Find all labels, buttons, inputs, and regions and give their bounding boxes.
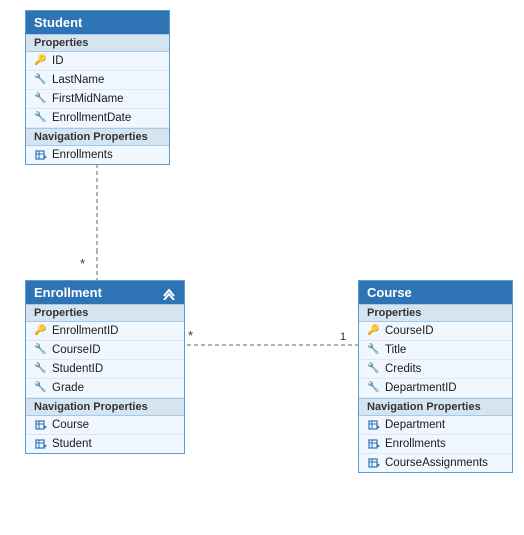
student-title: Student <box>34 15 82 30</box>
enrollment-studentid: StudentID <box>52 363 103 375</box>
nav-icon <box>34 418 48 432</box>
student-lastname: LastName <box>52 74 104 86</box>
course-department-row: Department <box>359 416 512 435</box>
course-assignments: CourseAssignments <box>385 457 488 469</box>
collapse-icon[interactable] <box>162 286 176 300</box>
wrench-icon <box>34 362 48 376</box>
course-assignments-row: CourseAssignments <box>359 454 512 472</box>
enrollment-course-row: Course <box>26 416 184 435</box>
course-credits-row: Credits <box>359 360 512 379</box>
svg-text:*: * <box>80 256 85 271</box>
enrollment-id-row: EnrollmentID <box>26 322 184 341</box>
course-department: Department <box>385 419 445 431</box>
course-credits: Credits <box>385 363 421 375</box>
enrollment-properties-label: Properties <box>26 304 184 322</box>
student-header: Student <box>26 11 169 34</box>
wrench-icon <box>34 343 48 357</box>
student-id-row: ID <box>26 52 169 71</box>
enrollment-studentid-row: StudentID <box>26 360 184 379</box>
wrench-icon <box>367 362 381 376</box>
course-title-row: Title <box>359 341 512 360</box>
svg-text:*: * <box>188 328 193 343</box>
student-firstname: FirstMidName <box>52 93 124 105</box>
course-id-row: CourseID <box>359 322 512 341</box>
student-enrolldate-row: EnrollmentDate <box>26 109 169 128</box>
enrollment-student: Student <box>52 438 92 450</box>
course-nav-label: Navigation Properties <box>359 398 512 416</box>
enrollment-header: Enrollment <box>26 281 184 304</box>
student-firstname-row: FirstMidName <box>26 90 169 109</box>
wrench-icon <box>34 111 48 125</box>
student-entity: Student Properties ID LastName FirstMidN… <box>25 10 170 165</box>
enrollment-entity: Enrollment Properties EnrollmentID Cours… <box>25 280 185 454</box>
nav-icon <box>34 148 48 162</box>
enrollment-courseid: CourseID <box>52 344 101 356</box>
enrollment-title: Enrollment <box>34 285 102 300</box>
course-deptid-row: DepartmentID <box>359 379 512 398</box>
course-enrollments-row: Enrollments <box>359 435 512 454</box>
course-properties-label: Properties <box>359 304 512 322</box>
enrollment-id: EnrollmentID <box>52 325 118 337</box>
wrench-icon <box>367 343 381 357</box>
course-header: Course <box>359 281 512 304</box>
enrollment-courseid-row: CourseID <box>26 341 184 360</box>
nav-icon <box>367 456 381 470</box>
student-nav-label: Navigation Properties <box>26 128 169 146</box>
course-title: Course <box>367 285 412 300</box>
enrollment-nav-label: Navigation Properties <box>26 398 184 416</box>
student-enrolldate: EnrollmentDate <box>52 112 131 124</box>
course-title-field: Title <box>385 344 406 356</box>
wrench-icon <box>34 92 48 106</box>
key-icon <box>34 54 48 68</box>
student-id: ID <box>52 55 64 67</box>
nav-icon <box>34 437 48 451</box>
student-properties-label: Properties <box>26 34 169 52</box>
enrollment-course: Course <box>52 419 89 431</box>
course-id: CourseID <box>385 325 434 337</box>
svg-text:1: 1 <box>340 331 346 343</box>
enrollment-grade: Grade <box>52 382 84 394</box>
key-icon <box>367 324 381 338</box>
diagram-canvas: 1 * * 1 Student Properties ID LastName <box>0 0 524 535</box>
student-lastname-row: LastName <box>26 71 169 90</box>
nav-icon <box>367 437 381 451</box>
course-deptid: DepartmentID <box>385 382 457 394</box>
wrench-icon <box>367 381 381 395</box>
student-enrollments-row: Enrollments <box>26 146 169 164</box>
course-entity: Course Properties CourseID Title Credits… <box>358 280 513 473</box>
nav-icon <box>367 418 381 432</box>
wrench-icon <box>34 381 48 395</box>
enrollment-grade-row: Grade <box>26 379 184 398</box>
course-enrollments: Enrollments <box>385 438 446 450</box>
wrench-icon <box>34 73 48 87</box>
student-enrollments: Enrollments <box>52 149 113 161</box>
enrollment-student-row: Student <box>26 435 184 453</box>
key-icon <box>34 324 48 338</box>
